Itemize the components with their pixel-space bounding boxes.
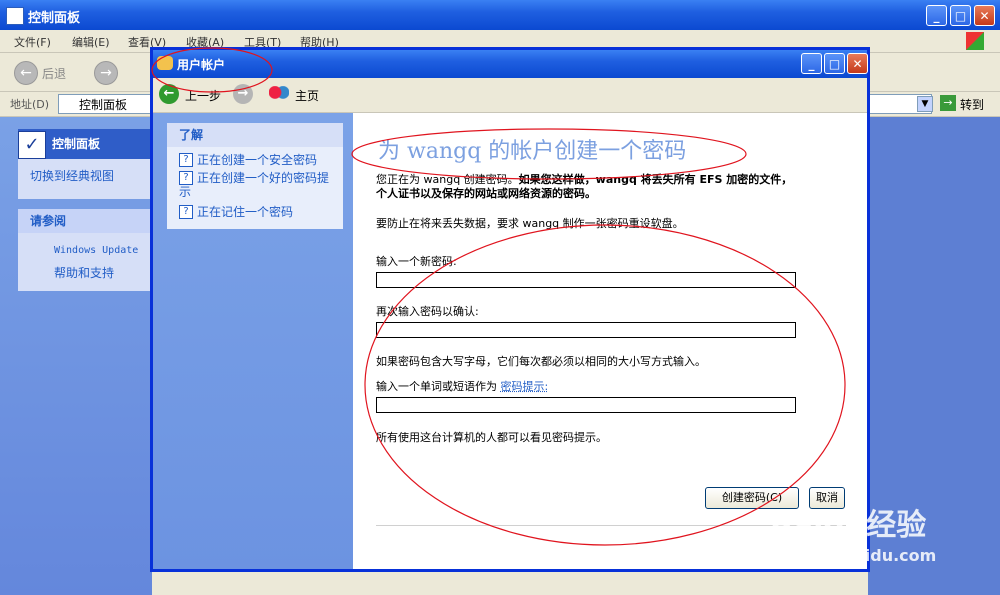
password-hint-input[interactable]: [376, 397, 796, 413]
secure-password-link[interactable]: ? 正在创建一个安全密码: [179, 153, 317, 167]
case-note: 如果密码包含大写字母，它们每次都必须以相同的大小写方式输入。: [376, 355, 706, 368]
back-arrow-icon[interactable]: ←: [159, 84, 179, 104]
switch-classic-view-link[interactable]: 切换到经典视图: [30, 167, 114, 184]
back-arrow-icon[interactable]: ←: [14, 61, 38, 85]
help-icon: ?: [179, 171, 193, 185]
minimize-button[interactable]: _: [926, 5, 947, 26]
learn-about-box: 了解 ? 正在创建一个安全密码 ? 正在创建一个好的密码提示 ? 正在记住一个密码: [167, 123, 343, 229]
password-hint-link[interactable]: ? 正在创建一个好的密码提示: [179, 171, 339, 199]
intro-text: 您正在为 wangq 创建密码。如果您这样做，wangq 将丢失所有 EFS 加…: [376, 173, 793, 200]
dialog-titlebar: 用户帐户 _ □ ✕: [153, 50, 868, 78]
address-value: 控制面板: [79, 98, 128, 112]
see-also-box: 请参阅 Windows Update 帮助和支持: [18, 209, 152, 291]
menu-edit[interactable]: 编辑(E): [72, 34, 110, 50]
control-panel-sidebar: 控制面板 切换到经典视图 ✓ 请参阅 Windows Update 帮助和支持: [0, 117, 152, 595]
remember-password-link[interactable]: ? 正在记住一个密码: [179, 205, 293, 219]
see-also-title: 请参阅: [18, 209, 152, 233]
help-support-link[interactable]: 帮助和支持: [54, 264, 114, 281]
confirm-password-label: 再次输入密码以确认:: [376, 305, 479, 318]
dialog-close-button[interactable]: ✕: [847, 53, 868, 74]
help-icon: ?: [179, 205, 193, 219]
new-password-input[interactable]: [376, 272, 796, 288]
dialog-maximize-button[interactable]: □: [824, 53, 845, 74]
home-button[interactable]: 主页: [295, 87, 319, 104]
windows-update-link[interactable]: Windows Update: [54, 245, 138, 256]
watermark-subtext: jingyan.baidu.com: [770, 546, 937, 565]
watermark-text: Baidu经验: [770, 508, 927, 543]
home-users-icon: [269, 86, 289, 102]
user-accounts-window: 用户帐户 _ □ ✕ ← 上一步 → 主页 了解 ? 正在创建一个安全密码 ? 正在…: [150, 47, 870, 572]
dialog-back-button[interactable]: 上一步: [185, 87, 221, 104]
reset-disk-text: 要防止在将来丢失数据，要求 wangq 制作一张密码重设软盘。: [376, 217, 684, 230]
windows-logo-icon: [966, 32, 984, 50]
dialog-title: 用户帐户: [177, 58, 226, 72]
page-title: 为 wangq 的帐户创建一个密码: [378, 139, 687, 164]
user-accounts-icon: [157, 56, 173, 70]
control-panel-check-icon: ✓: [18, 131, 46, 159]
dropdown-arrow-icon[interactable]: ▼: [917, 96, 933, 112]
new-password-label: 输入一个新密码:: [376, 255, 457, 268]
go-button[interactable]: 转到: [960, 96, 984, 113]
maximize-button[interactable]: □: [950, 5, 971, 26]
window-title: 控制面板: [28, 11, 81, 26]
control-panel-icon: [6, 7, 24, 25]
forward-arrow-icon[interactable]: →: [233, 84, 253, 104]
learn-about-title: 了解: [167, 123, 343, 147]
hint-note: 所有使用这台计算机的人都可以看见密码提示。: [376, 431, 607, 444]
menu-file[interactable]: 文件(F): [14, 34, 51, 50]
watermark: Baidu经验 jingyan.baidu.com: [770, 500, 936, 565]
password-hint-help-link[interactable]: 密码提示:: [501, 380, 549, 393]
help-icon: ?: [179, 153, 193, 167]
control-panel-titlebar: 控制面板 _ □ ✕: [0, 0, 1000, 30]
close-button[interactable]: ✕: [974, 5, 995, 26]
back-label[interactable]: 后退: [42, 65, 66, 82]
hint-label: 输入一个单词或短语作为 密码提示:: [376, 380, 549, 393]
go-arrow-icon[interactable]: →: [940, 95, 956, 111]
confirm-password-input[interactable]: [376, 322, 796, 338]
dialog-navbar: ← 上一步 → 主页: [153, 78, 867, 113]
dialog-minimize-button[interactable]: _: [801, 53, 822, 74]
address-label: 地址(D): [10, 98, 50, 111]
dialog-sidebar: 了解 ? 正在创建一个安全密码 ? 正在创建一个好的密码提示 ? 正在记住一个密码: [153, 113, 353, 569]
forward-arrow-icon[interactable]: →: [94, 61, 118, 85]
